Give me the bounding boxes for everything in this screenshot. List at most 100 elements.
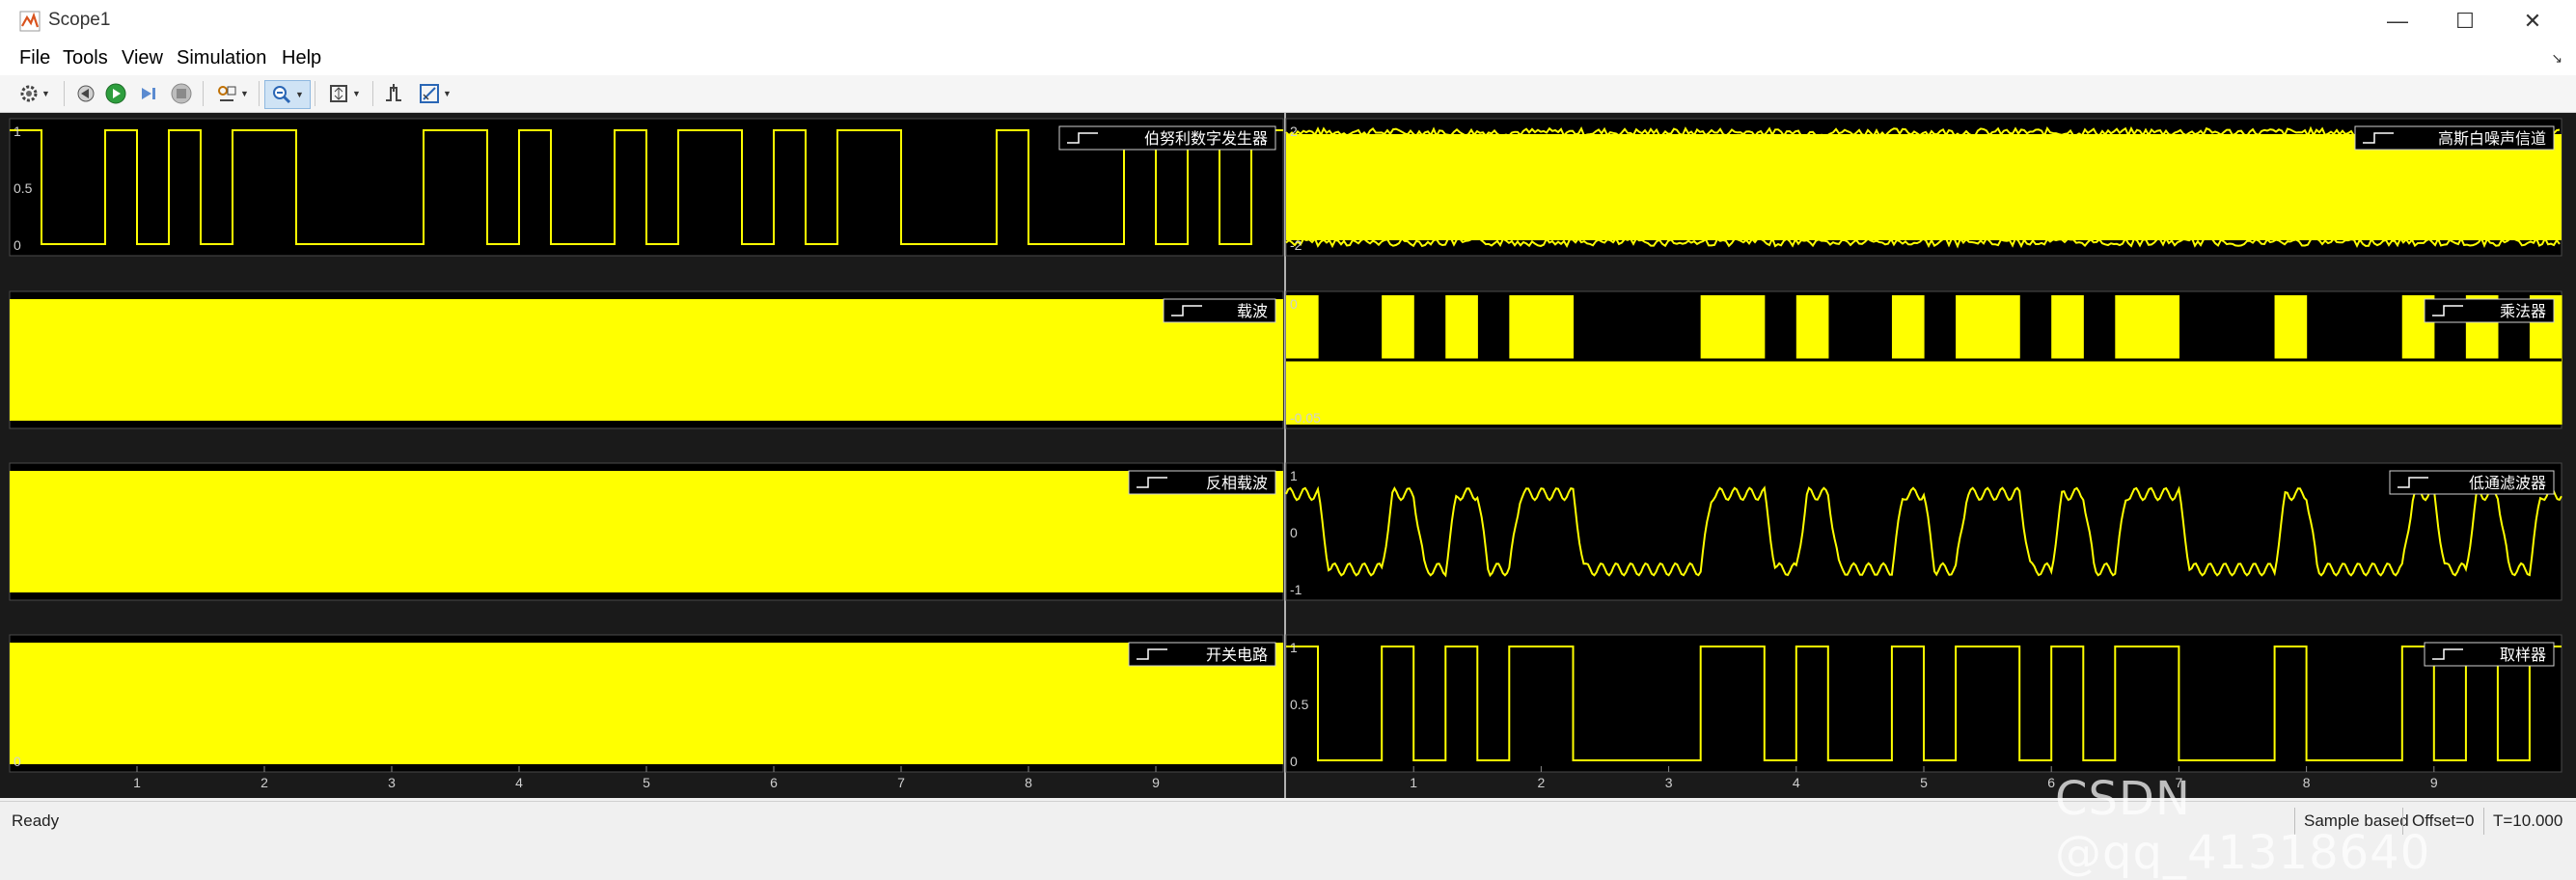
highlight-block-button[interactable]: ▼ <box>210 80 255 107</box>
x-tick-label: 2 <box>1538 775 1546 790</box>
scope-panel-awgn[interactable]: 2 -2 高斯白噪声信道 <box>1285 118 2562 257</box>
triggers-button[interactable] <box>380 80 407 107</box>
run-button[interactable] <box>102 80 129 107</box>
measurements-icon <box>420 84 440 103</box>
y-tick-label: 0.5 <box>14 180 33 196</box>
x-tick-label: 4 <box>515 775 523 790</box>
y-tick-label: 0 <box>1290 296 1298 312</box>
menu-tools[interactable]: Tools <box>63 47 108 69</box>
step-forward-button[interactable] <box>135 80 162 107</box>
product-burst-low <box>1764 360 1797 425</box>
scope-panel-sampler[interactable]: 1 0.5 0 取样器 <box>1285 634 2562 773</box>
stop-icon <box>171 83 192 104</box>
product-burst-low <box>1573 360 1606 425</box>
stop-button[interactable] <box>168 80 195 107</box>
menu-file[interactable]: File <box>19 47 50 69</box>
x-tick-label: 6 <box>2047 775 2055 790</box>
y-tick-label: -1 <box>1290 582 1302 597</box>
undock-arrow-icon[interactable]: ↘ <box>2551 50 2562 67</box>
title-bar: Scope1 — ☐ ✕ <box>0 0 2576 43</box>
product-burst-low <box>1350 360 1383 425</box>
maximize-button[interactable]: ☐ <box>2431 0 2499 42</box>
y-tick-label: -2 <box>1290 237 1302 253</box>
product-burst-low <box>1477 360 1510 425</box>
x-tick-label: 5 <box>643 775 650 790</box>
product-burst-low <box>1604 360 1638 425</box>
status-ready: Ready <box>12 811 60 830</box>
x-tick-label: 6 <box>770 775 778 790</box>
product-burst-low <box>2338 360 2371 425</box>
scope-panel-carrier[interactable]: 载波 <box>9 290 1284 429</box>
y-tick-label: 1 <box>1290 640 1298 655</box>
status-sample-mode: Sample based <box>2304 811 2409 830</box>
dense-signal-band <box>10 471 1283 592</box>
scope-panel-bernoulli[interactable]: 1 0.5 0 伯努利数字发生器 <box>9 118 1284 257</box>
status-offset: Offset=0 <box>2412 811 2475 830</box>
product-burst-low <box>2210 360 2244 425</box>
menu-bar: File Tools View Simulation Help <box>0 42 2576 75</box>
status-time: T=10.000 <box>2493 811 2563 830</box>
x-tick-label: 9 <box>1152 775 1160 790</box>
product-burst-low <box>1318 360 1351 425</box>
step-forward-icon <box>142 88 155 99</box>
status-bar: Ready Sample based Offset=0 T=10.000 <box>0 801 2576 840</box>
product-burst-low <box>2433 360 2467 425</box>
product-burst-low <box>2019 360 2052 425</box>
fit-to-view-button[interactable]: ▼ <box>322 80 367 107</box>
matlab-app-icon <box>19 11 41 32</box>
menu-simulation[interactable]: Simulation <box>177 47 266 69</box>
fit-to-view-icon <box>330 85 348 102</box>
legend-label: 乘法器 <box>2500 302 2546 320</box>
product-burst-low <box>1924 360 1957 425</box>
scope-panel-switch[interactable]: 0 开关电路 <box>9 634 1284 773</box>
x-tick-label: 2 <box>260 775 268 790</box>
y-tick-label: 0 <box>14 754 21 769</box>
scope-panel-inverted_carrier[interactable]: 反相载波 <box>9 462 1284 601</box>
product-burst-low <box>2497 360 2531 425</box>
x-tick-label: 4 <box>1793 775 1800 790</box>
menu-view[interactable]: View <box>122 47 163 69</box>
y-tick-label: -0.05 <box>1290 410 1321 426</box>
x-tick-label: 1 <box>133 775 141 790</box>
zoom-button[interactable]: ▼ <box>264 80 311 109</box>
minimize-button[interactable]: — <box>2364 0 2431 42</box>
legend-label: 伯努利数字发生器 <box>1144 129 1268 148</box>
legend-label: 低通滤波器 <box>2469 474 2546 492</box>
y-tick-label: 0 <box>1290 754 1298 769</box>
window-title: Scope1 <box>48 10 111 30</box>
scope-panel-lowpass[interactable]: 1 0 -1 低通滤波器 <box>1285 462 2562 601</box>
y-tick-label: 1 <box>1290 468 1298 483</box>
x-tick-label: 8 <box>1025 775 1032 790</box>
product-burst-low <box>2179 360 2212 425</box>
legend-label: 开关电路 <box>1206 646 1268 664</box>
x-tick-label: 8 <box>2303 775 2311 790</box>
product-burst-low <box>1636 360 1670 425</box>
y-tick-label: 1 <box>14 124 21 139</box>
y-tick-label: 0 <box>14 237 21 253</box>
triggers-icon <box>386 84 401 101</box>
measurements-button[interactable]: ▼ <box>413 80 457 107</box>
x-tick-label: 5 <box>1920 775 1928 790</box>
x-tick-label: 7 <box>2176 775 2183 790</box>
product-burst-low <box>2242 360 2276 425</box>
step-back-icon <box>77 85 95 102</box>
legend-label: 反相载波 <box>1206 474 1268 492</box>
product-burst-low <box>2306 360 2340 425</box>
product-burst-low <box>1668 360 1702 425</box>
run-icon <box>105 83 126 104</box>
y-tick-label: 0.5 <box>1290 697 1309 712</box>
x-tick-label: 3 <box>1665 775 1673 790</box>
product-burst-low <box>1413 360 1446 425</box>
toolbar: ▼ ▼ ▼ ▼ ▼ <box>0 75 2576 113</box>
scope-panel-multiplier[interactable]: 0 -0.05 乘法器 <box>1285 290 2562 429</box>
legend-label: 载波 <box>1237 302 1268 320</box>
x-tick-label: 7 <box>897 775 905 790</box>
step-back-button[interactable] <box>71 80 98 107</box>
close-button[interactable]: ✕ <box>2499 0 2566 42</box>
y-tick-label: 0 <box>1290 525 1298 540</box>
product-burst-low <box>2370 360 2403 425</box>
scope-plot-area[interactable]: 10.50伯努利数字发生器 2-2高斯白噪声信道载波 0-0.05乘法器反相载波 10… <box>0 113 2576 798</box>
product-burst-low <box>2083 360 2116 425</box>
menu-help[interactable]: Help <box>282 47 321 69</box>
settings-button[interactable]: ▼ <box>12 80 58 107</box>
